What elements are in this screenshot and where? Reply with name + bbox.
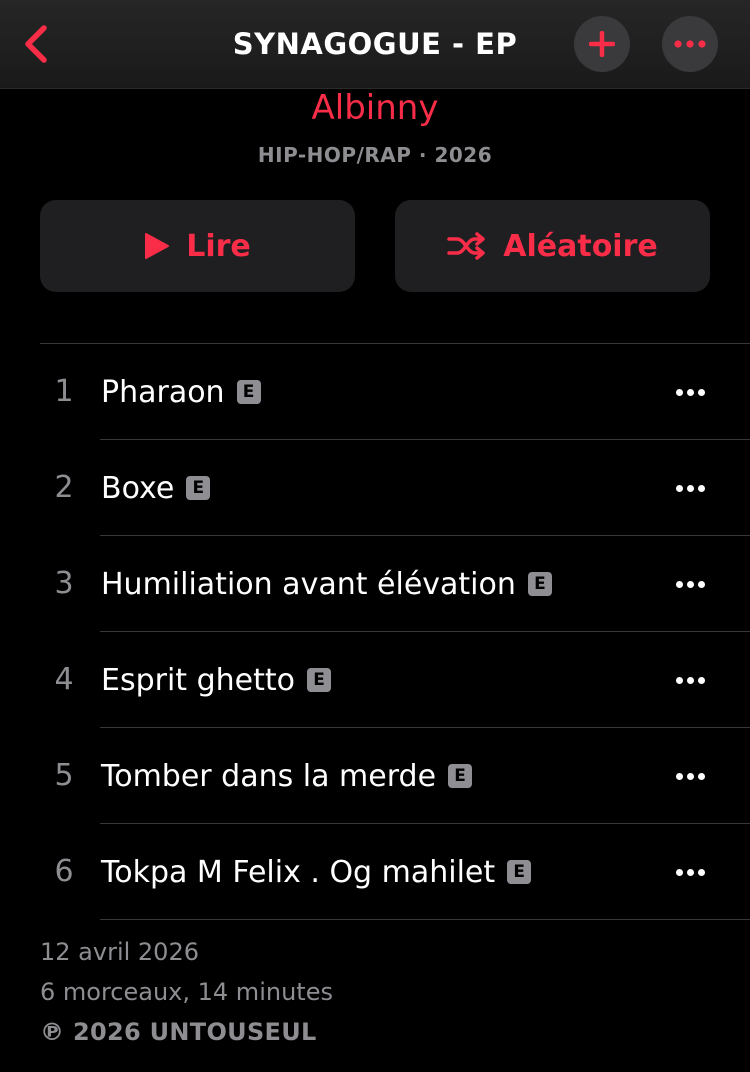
track-more-button[interactable] bbox=[660, 372, 720, 412]
explicit-badge: E bbox=[307, 668, 331, 692]
play-label: Lire bbox=[186, 228, 251, 264]
track-row[interactable]: 5 Tomber dans la merde E bbox=[0, 728, 750, 824]
track-title: Humiliation avant élévation bbox=[101, 566, 516, 602]
ellipsis-icon bbox=[675, 772, 705, 780]
ellipsis-icon bbox=[675, 868, 705, 876]
play-button[interactable]: Lire bbox=[40, 200, 355, 292]
track-title: Esprit ghetto bbox=[101, 662, 295, 698]
navigation-bar: SYNAGOGUE - EP bbox=[0, 0, 750, 89]
track-number: 5 bbox=[54, 758, 74, 793]
album-page: SYNAGOGUE - EP Albinny HIP-HOP/RAP · 202… bbox=[0, 0, 750, 1072]
track-row[interactable]: 3 Humiliation avant élévation E bbox=[0, 536, 750, 632]
track-more-button[interactable] bbox=[660, 852, 720, 892]
track-row[interactable]: 6 Tokpa M Felix . Og mahilet E bbox=[0, 824, 750, 920]
track-list: 1 Pharaon E 2 Boxe E 3 Humiliation avant… bbox=[0, 344, 750, 920]
plus-icon bbox=[589, 31, 615, 57]
ellipsis-icon bbox=[675, 388, 705, 396]
track-title-group: Esprit ghetto E bbox=[101, 632, 331, 728]
track-title-group: Pharaon E bbox=[101, 344, 261, 440]
track-row[interactable]: 2 Boxe E bbox=[0, 440, 750, 536]
shuffle-button[interactable]: Aléatoire bbox=[395, 200, 710, 292]
album-footer: 12 avril 2026 6 morceaux, 14 minutes ℗ 2… bbox=[40, 932, 720, 1052]
artist-name-link[interactable]: Albinny bbox=[0, 84, 750, 132]
ellipsis-icon bbox=[674, 40, 706, 48]
explicit-badge: E bbox=[527, 572, 552, 596]
track-number: 4 bbox=[54, 662, 74, 697]
track-number: 1 bbox=[54, 374, 74, 409]
more-options-button[interactable] bbox=[662, 16, 718, 72]
explicit-badge: E bbox=[186, 476, 211, 500]
play-icon bbox=[144, 232, 170, 260]
track-title-group: Boxe E bbox=[101, 440, 211, 536]
track-number: 3 bbox=[54, 566, 74, 601]
track-title: Tokpa M Felix . Og mahilet bbox=[101, 854, 496, 890]
explicit-badge: E bbox=[236, 380, 261, 404]
track-number: 2 bbox=[54, 470, 74, 505]
track-title: Boxe bbox=[101, 470, 175, 506]
track-more-button[interactable] bbox=[660, 660, 720, 700]
explicit-badge: E bbox=[448, 764, 473, 788]
track-more-button[interactable] bbox=[660, 756, 720, 796]
track-title-group: Humiliation avant élévation E bbox=[101, 536, 552, 632]
add-to-library-button[interactable] bbox=[574, 16, 630, 72]
track-summary: 6 morceaux, 14 minutes bbox=[40, 978, 333, 1006]
track-title: Pharaon bbox=[101, 374, 225, 410]
back-button[interactable] bbox=[10, 14, 60, 74]
track-title: Tomber dans la merde bbox=[101, 758, 437, 794]
shuffle-icon bbox=[447, 232, 487, 260]
release-date: 12 avril 2026 bbox=[40, 938, 199, 966]
shuffle-label: Aléatoire bbox=[503, 228, 658, 264]
track-number: 6 bbox=[54, 854, 74, 889]
ellipsis-icon bbox=[675, 484, 705, 492]
explicit-badge: E bbox=[507, 860, 532, 884]
track-title-group: Tomber dans la merde E bbox=[101, 728, 473, 824]
album-title: SYNAGOGUE - EP bbox=[232, 27, 518, 61]
copyright-label: ℗ 2026 UNTOUSEUL bbox=[40, 1018, 317, 1046]
chevron-left-icon bbox=[25, 25, 47, 63]
track-row[interactable]: 4 Esprit ghetto E bbox=[0, 632, 750, 728]
ellipsis-icon bbox=[675, 580, 705, 588]
track-more-button[interactable] bbox=[660, 564, 720, 604]
ellipsis-icon bbox=[675, 676, 705, 684]
track-title-group: Tokpa M Felix . Og mahilet E bbox=[101, 824, 532, 920]
genre-year-label: HIP-HOP/RAP · 2026 bbox=[257, 143, 493, 167]
track-row[interactable]: 1 Pharaon E bbox=[0, 344, 750, 440]
track-more-button[interactable] bbox=[660, 468, 720, 508]
